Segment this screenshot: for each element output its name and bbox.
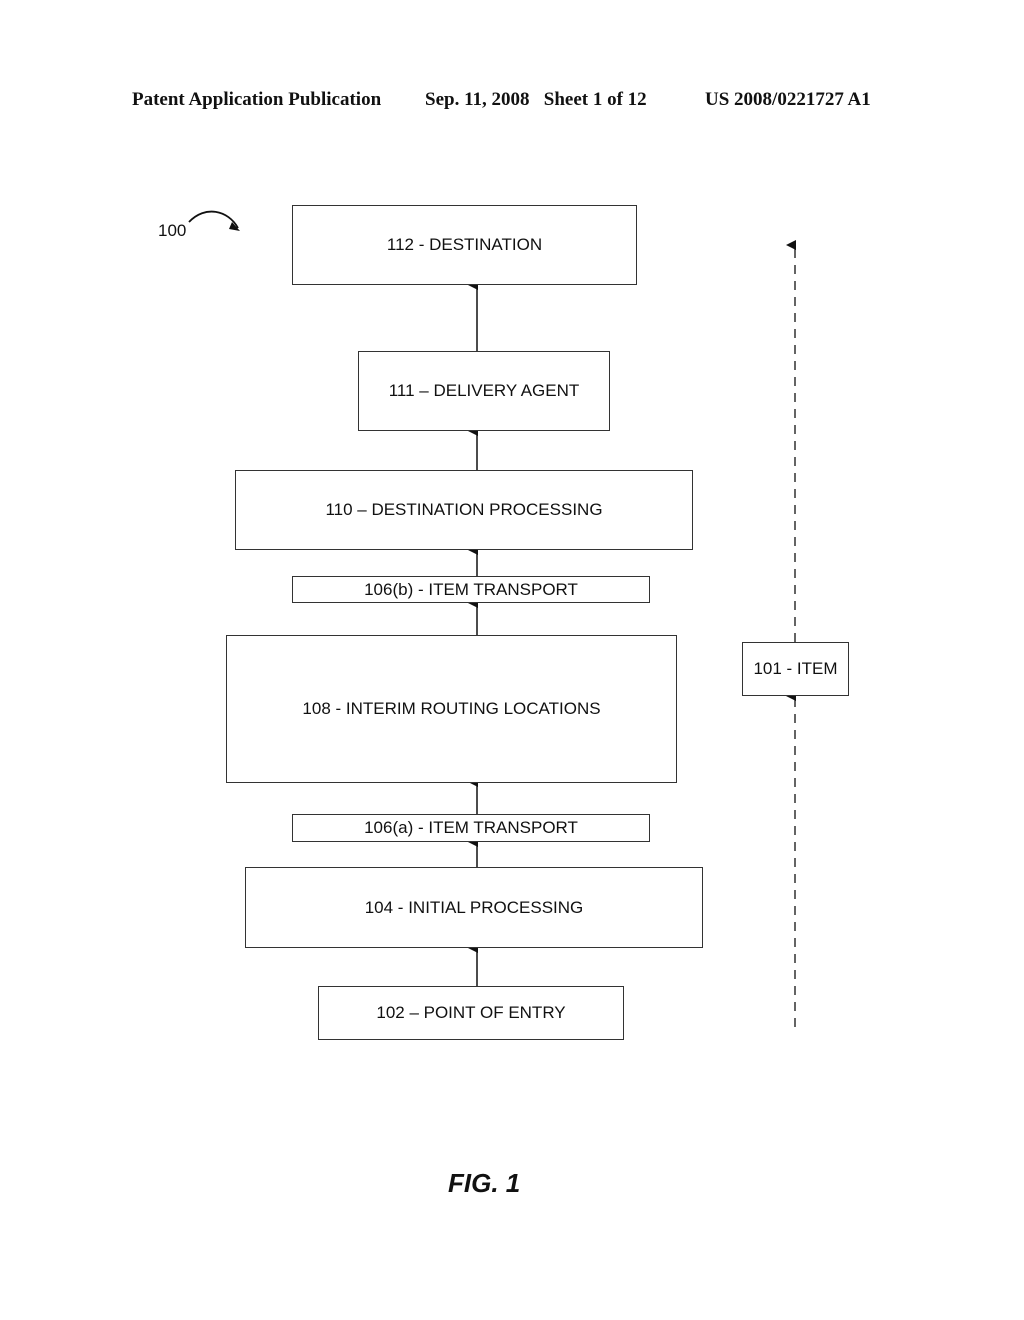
box-interim-routing-locations: 108 - INTERIM ROUTING LOCATIONS xyxy=(226,635,677,783)
box-initial-processing: 104 - INITIAL PROCESSING xyxy=(245,867,703,948)
box-destination: 112 - DESTINATION xyxy=(292,205,637,285)
box-item-transport-b: 106(b) - ITEM TRANSPORT xyxy=(292,576,650,603)
box-item: 101 - ITEM xyxy=(742,642,849,696)
reference-numeral-100: 100 xyxy=(158,221,187,240)
box-item-transport-a: 106(a) - ITEM TRANSPORT xyxy=(292,814,650,842)
figure-caption: FIG. 1 xyxy=(448,1168,521,1198)
box-delivery-agent: 111 – DELIVERY AGENT xyxy=(358,351,610,431)
box-point-of-entry: 102 – POINT OF ENTRY xyxy=(318,986,624,1040)
box-destination-processing: 110 – DESTINATION PROCESSING xyxy=(235,470,693,550)
